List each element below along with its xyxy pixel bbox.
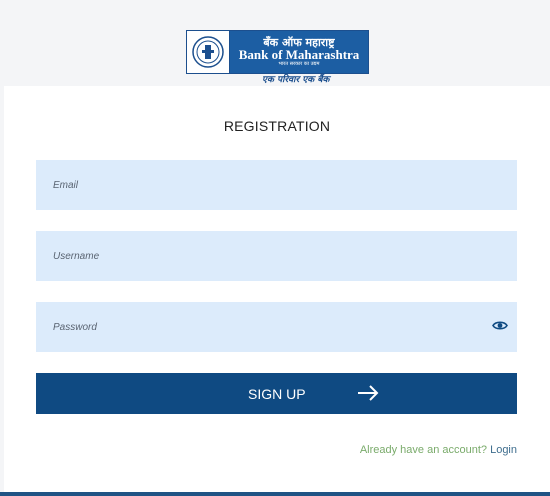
logo-name-english: Bank of Maharashtra xyxy=(238,47,360,63)
arrow-right-icon xyxy=(357,385,379,404)
sign-up-label: SIGN UP xyxy=(248,386,306,402)
header: बँक ऑफ महाराष्ट्र Bank of Maharashtra भा… xyxy=(0,0,550,86)
email-field[interactable] xyxy=(36,160,517,210)
logo-text-block: बँक ऑफ महाराष्ट्र Bank of Maharashtra भा… xyxy=(230,31,368,73)
password-field[interactable] xyxy=(36,302,517,352)
login-prompt: Already have an account? Login xyxy=(360,444,517,456)
sign-up-button[interactable]: SIGN UP xyxy=(36,373,517,414)
login-question: Already have an account? xyxy=(359,444,488,456)
logo-tagline: एक परिवार एक बैंक xyxy=(262,75,330,85)
registration-card xyxy=(4,86,550,492)
eye-icon[interactable] xyxy=(491,318,509,332)
username-field[interactable] xyxy=(36,231,517,281)
login-link[interactable]: Login xyxy=(490,444,517,456)
bank-emblem-icon xyxy=(187,31,230,73)
bottom-bar xyxy=(0,492,550,496)
bank-logo[interactable]: बँक ऑफ महाराष्ट्र Bank of Maharashtra भा… xyxy=(186,30,369,74)
logo-subtitle: भारत सरकार का उद्यम xyxy=(278,60,320,67)
page-title: REGISTRATION xyxy=(223,118,331,134)
